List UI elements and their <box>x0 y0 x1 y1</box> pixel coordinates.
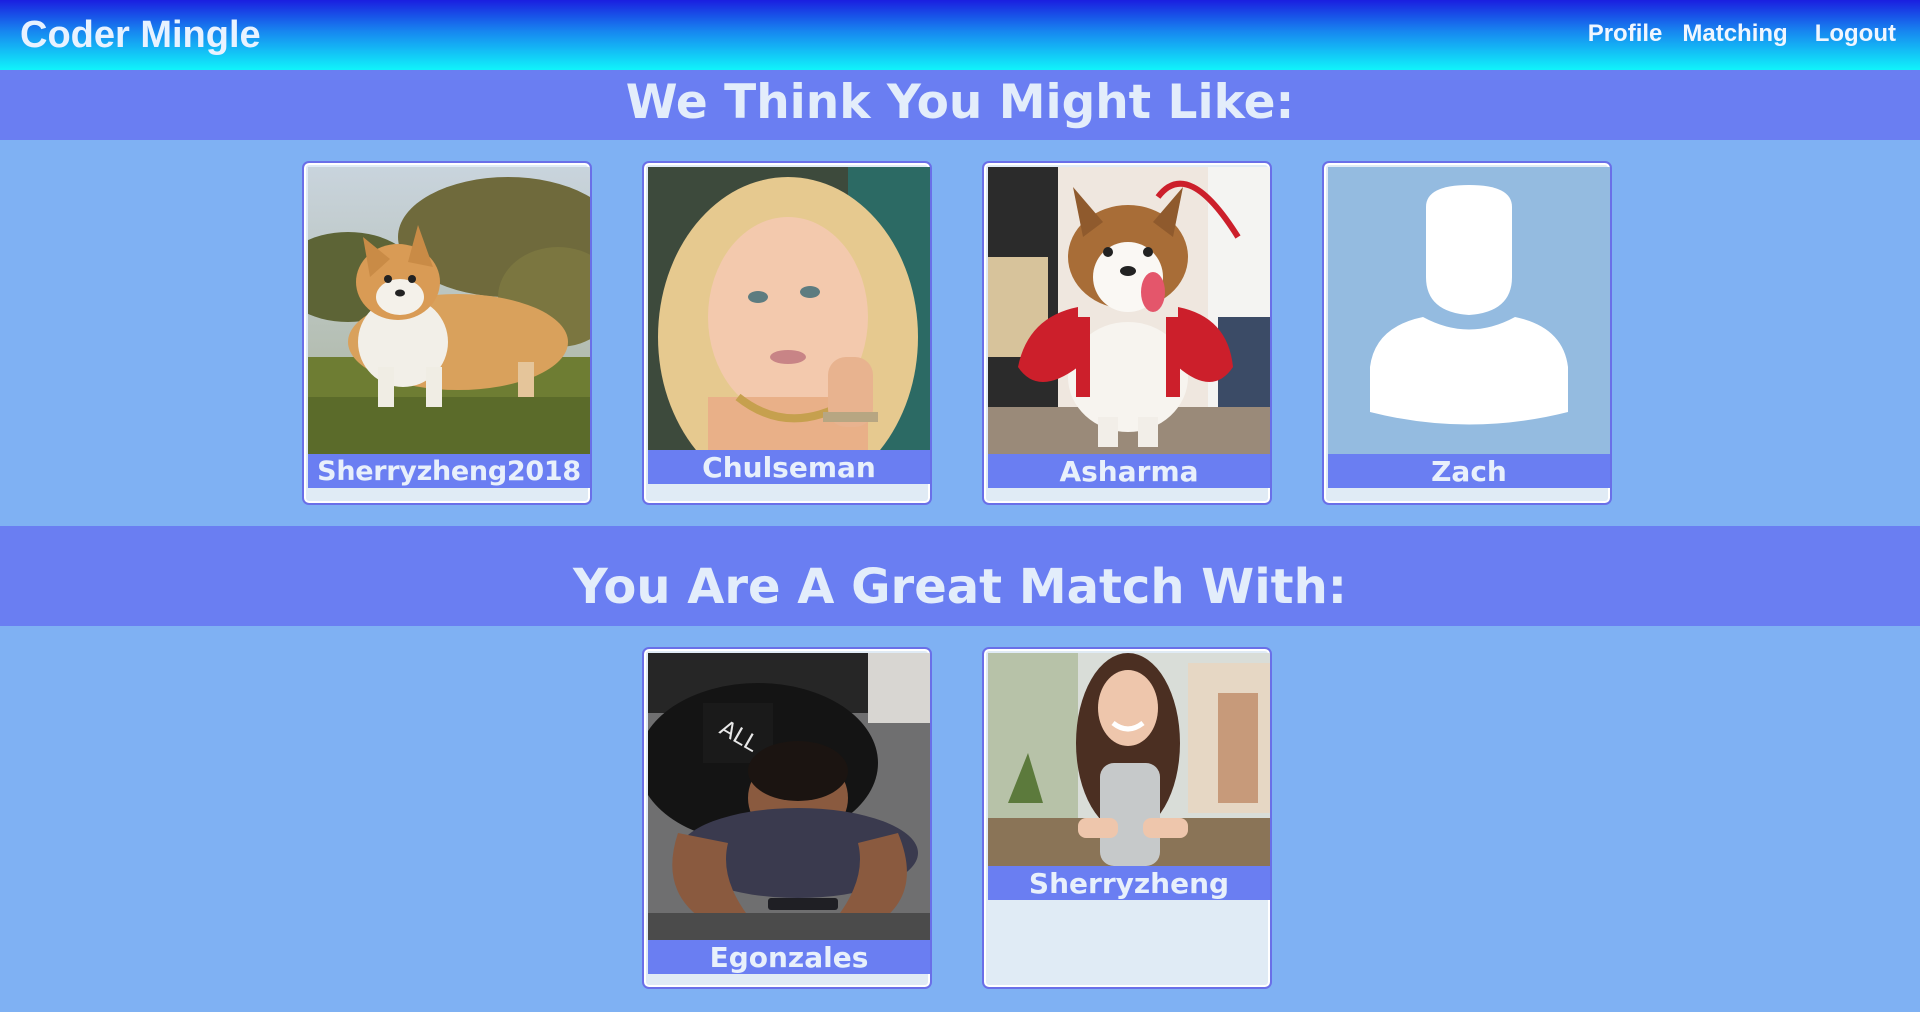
nav-link-profile[interactable]: Profile <box>1588 17 1663 51</box>
profile-card-name: Asharma <box>988 454 1270 488</box>
blonde-woman-selfie-photo <box>648 167 930 450</box>
profile-card-sherryzheng2018[interactable]: Sherryzheng2018 <box>302 161 592 505</box>
profile-card-name: Sherryzheng <box>988 866 1270 900</box>
corgi-on-grass-photo <box>308 167 590 454</box>
smiling-woman-photo <box>988 653 1270 866</box>
profile-card-name: Chulseman <box>648 450 930 484</box>
brand-logo-link[interactable]: Coder Mingle <box>20 12 261 58</box>
nav-link-logout[interactable]: Logout <box>1815 17 1896 51</box>
profile-card-sherryzheng[interactable]: Sherryzheng <box>982 647 1272 989</box>
navbar: Coder Mingle Profile Matching Logout <box>0 0 1920 70</box>
man-on-phone-photo: ALL <box>648 653 930 940</box>
corgi-lobster-costume-photo <box>988 167 1270 454</box>
profile-card-chulseman[interactable]: Chulseman <box>642 161 932 505</box>
profile-card-name: Egonzales <box>648 940 930 974</box>
profile-card-egonzales[interactable]: ALL Egonzales <box>642 647 932 989</box>
matches-heading: You Are A Great Match With: <box>0 526 1920 626</box>
profile-card-zach[interactable]: Zach <box>1322 161 1612 505</box>
default-avatar-placeholder <box>1328 167 1610 454</box>
nav-link-matching[interactable]: Matching <box>1682 17 1787 51</box>
suggestions-heading: We Think You Might Like: <box>0 70 1920 140</box>
profile-card-name: Zach <box>1328 454 1610 488</box>
profile-card-name: Sherryzheng2018 <box>308 454 590 488</box>
user-silhouette-icon <box>1426 185 1512 315</box>
nav-links: Profile Matching Logout <box>1588 17 1896 51</box>
profile-card-asharma[interactable]: Asharma <box>982 161 1272 505</box>
